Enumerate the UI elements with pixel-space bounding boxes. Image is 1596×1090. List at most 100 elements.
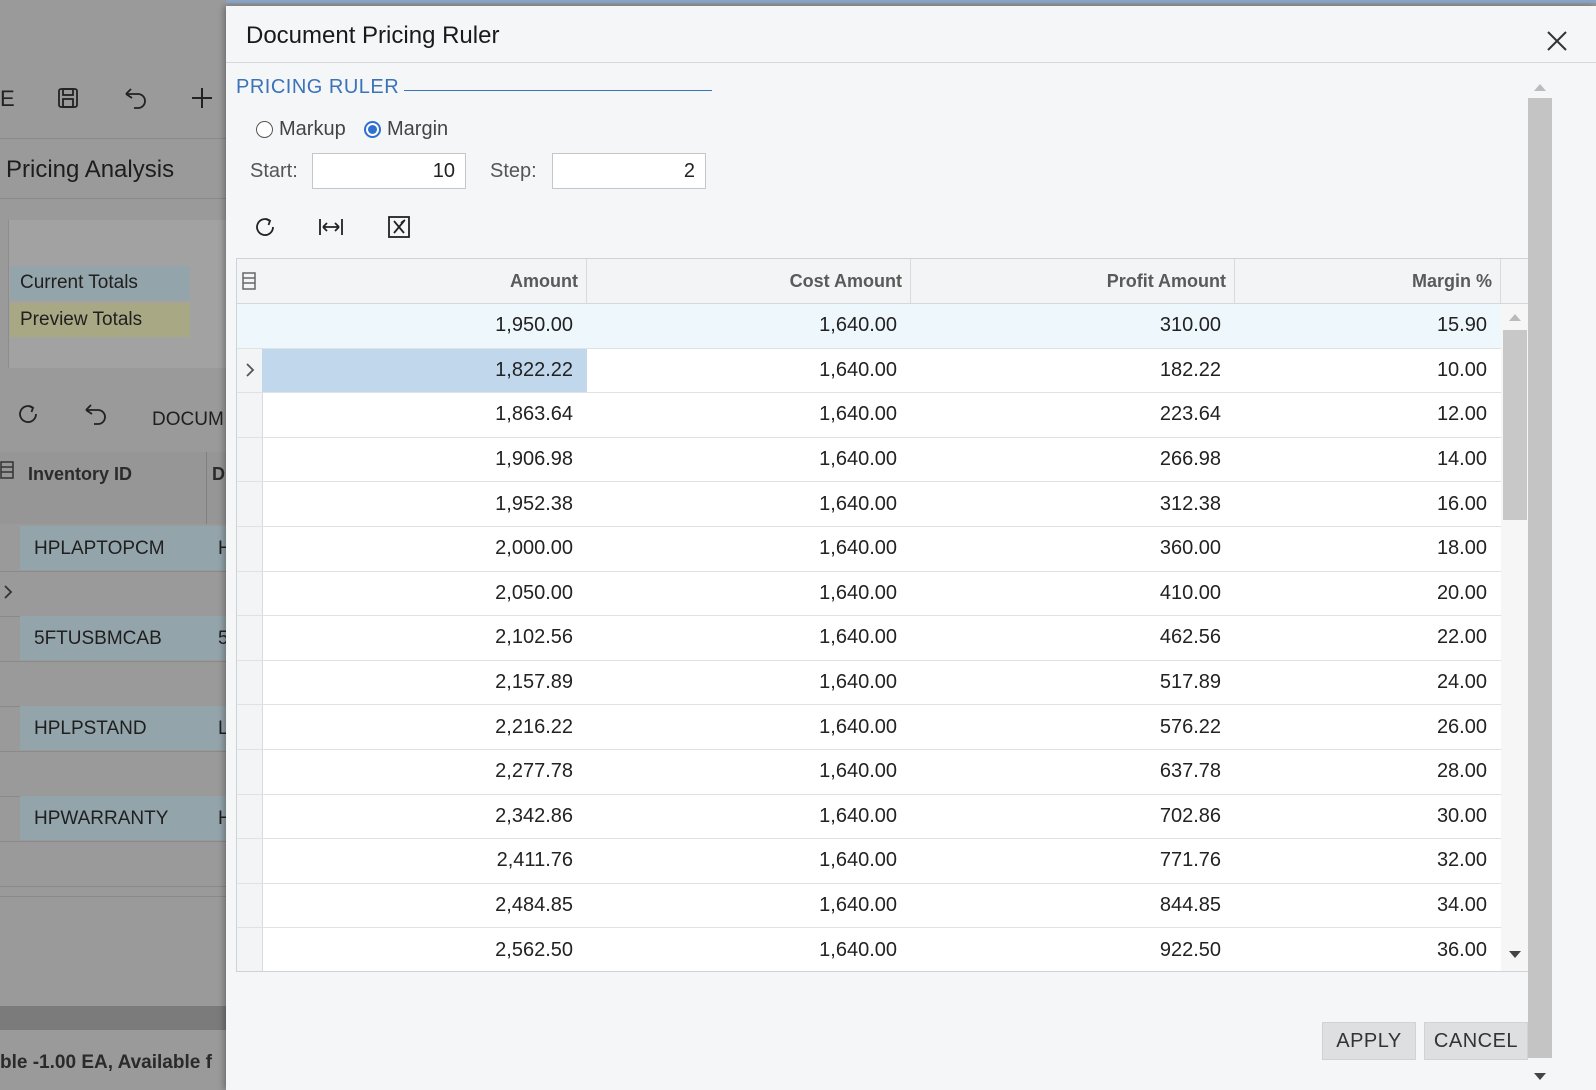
row-selector[interactable]: [237, 393, 262, 437]
margin-radio[interactable]: Margin: [364, 118, 448, 141]
table-row[interactable]: 1,863.64 1,640.00 223.64 12.00: [237, 393, 1529, 438]
markup-radio[interactable]: Markup: [256, 118, 346, 141]
profit-amount-cell[interactable]: 410.00: [911, 572, 1235, 616]
cost-amount-cell[interactable]: 1,640.00: [587, 572, 911, 616]
row-selector[interactable]: [237, 527, 262, 571]
table-row[interactable]: 1,906.98 1,640.00 266.98 14.00: [237, 438, 1529, 483]
margin-percent-cell[interactable]: 32.00: [1235, 839, 1501, 883]
cost-amount-cell[interactable]: 1,640.00: [587, 304, 911, 348]
cost-amount-cell[interactable]: 1,640.00: [587, 705, 911, 749]
amount-cell[interactable]: 2,411.76: [262, 839, 587, 883]
amount-cell[interactable]: 1,822.22: [262, 348, 587, 393]
table-row[interactable]: 2,484.85 1,640.00 844.85 34.00: [237, 884, 1529, 929]
profit-amount-cell[interactable]: 182.22: [911, 349, 1235, 393]
description-header[interactable]: D: [212, 464, 225, 485]
start-input[interactable]: 10: [312, 153, 466, 189]
undo-icon[interactable]: [122, 86, 150, 115]
margin-percent-cell[interactable]: 15.90: [1235, 304, 1501, 348]
profit-amount-cell[interactable]: 771.76: [911, 839, 1235, 883]
cost-amount-cell[interactable]: 1,640.00: [587, 616, 911, 660]
profit-amount-header[interactable]: Profit Amount: [911, 259, 1235, 303]
row-selector[interactable]: [237, 482, 262, 526]
cost-amount-cell[interactable]: 1,640.00: [587, 438, 911, 482]
row-selector[interactable]: [237, 750, 262, 794]
row-selector[interactable]: [237, 349, 262, 393]
margin-percent-cell[interactable]: 34.00: [1235, 884, 1501, 928]
amount-cell[interactable]: 2,157.89: [262, 661, 587, 705]
margin-percent-cell[interactable]: 24.00: [1235, 661, 1501, 705]
scroll-up-icon[interactable]: [1533, 82, 1547, 92]
amount-cell[interactable]: 1,863.64: [262, 393, 587, 437]
margin-percent-cell[interactable]: 36.00: [1235, 928, 1501, 971]
profit-amount-cell[interactable]: 576.22: [911, 705, 1235, 749]
table-row[interactable]: 5FTUSBMCAB 5: [0, 616, 226, 662]
table-row[interactable]: 2,050.00 1,640.00 410.00 20.00: [237, 572, 1529, 617]
step-input[interactable]: 2: [552, 153, 706, 189]
refresh-icon[interactable]: [16, 402, 40, 431]
table-row[interactable]: 1,950.00 1,640.00 310.00 15.90: [237, 304, 1529, 349]
profit-amount-cell[interactable]: 844.85: [911, 884, 1235, 928]
apply-button[interactable]: APPLY: [1322, 1022, 1416, 1060]
column-chooser-icon[interactable]: [0, 460, 14, 485]
background-scrollbar[interactable]: [0, 1006, 226, 1030]
table-row[interactable]: 2,277.78 1,640.00 637.78 28.00: [237, 750, 1529, 795]
profit-amount-cell[interactable]: 517.89: [911, 661, 1235, 705]
radio-checked[interactable]: [364, 121, 381, 138]
amount-cell[interactable]: 2,050.00: [262, 572, 587, 616]
cost-amount-cell[interactable]: 1,640.00: [587, 527, 911, 571]
amount-cell[interactable]: 2,000.00: [262, 527, 587, 571]
amount-header[interactable]: Amount: [262, 259, 587, 303]
margin-percent-cell[interactable]: 20.00: [1235, 572, 1501, 616]
amount-cell[interactable]: 2,277.78: [262, 750, 587, 794]
amount-cell[interactable]: 2,102.56: [262, 616, 587, 660]
profit-amount-cell[interactable]: 637.78: [911, 750, 1235, 794]
table-row[interactable]: 2,157.89 1,640.00 517.89 24.00: [237, 661, 1529, 706]
close-icon[interactable]: [1544, 28, 1570, 54]
margin-percent-cell[interactable]: 12.00: [1235, 393, 1501, 437]
amount-cell[interactable]: 2,562.50: [262, 928, 587, 971]
row-selector[interactable]: [237, 304, 262, 348]
cost-amount-cell[interactable]: 1,640.00: [587, 928, 911, 971]
amount-cell[interactable]: 2,216.22: [262, 705, 587, 749]
row-selector[interactable]: [237, 705, 262, 749]
inventory-id-header[interactable]: Inventory ID: [28, 464, 132, 485]
radio-unchecked[interactable]: [256, 121, 273, 138]
table-row[interactable]: 2,342.86 1,640.00 702.86 30.00: [237, 795, 1529, 840]
amount-cell[interactable]: 1,950.00: [262, 304, 587, 348]
excel-export-icon[interactable]: [382, 210, 416, 244]
table-row[interactable]: [0, 751, 226, 797]
row-selector[interactable]: [237, 572, 262, 616]
grid-scrollbar[interactable]: [1501, 304, 1529, 971]
cost-amount-cell[interactable]: 1,640.00: [587, 750, 911, 794]
column-chooser-icon[interactable]: [242, 271, 256, 296]
document-tab-label[interactable]: DOCUM: [152, 409, 224, 431]
margin-percent-cell[interactable]: 10.00: [1235, 349, 1501, 393]
profit-amount-cell[interactable]: 462.56: [911, 616, 1235, 660]
table-row[interactable]: [0, 571, 226, 617]
table-row[interactable]: [0, 841, 226, 887]
plus-icon[interactable]: [190, 86, 214, 115]
table-row[interactable]: [0, 661, 226, 707]
table-row[interactable]: HPLAPTOPCM H: [0, 526, 226, 572]
profit-amount-cell[interactable]: 312.38: [911, 482, 1235, 526]
margin-percent-cell[interactable]: 14.00: [1235, 438, 1501, 482]
row-selector[interactable]: [237, 839, 262, 883]
profit-amount-cell[interactable]: 702.86: [911, 795, 1235, 839]
margin-percent-cell[interactable]: 28.00: [1235, 750, 1501, 794]
table-row[interactable]: 2,411.76 1,640.00 771.76 32.00: [237, 839, 1529, 884]
row-selector[interactable]: [237, 661, 262, 705]
scrollbar-thumb[interactable]: [1503, 330, 1527, 520]
table-row[interactable]: 1,822.22 1,640.00 182.22 10.00: [237, 348, 1529, 394]
row-selector[interactable]: [237, 928, 262, 971]
margin-percent-cell[interactable]: 26.00: [1235, 705, 1501, 749]
table-row[interactable]: HPWARRANTY H: [0, 796, 226, 842]
margin-percent-cell[interactable]: 18.00: [1235, 527, 1501, 571]
undo-icon[interactable]: [82, 402, 110, 431]
cost-amount-header[interactable]: Cost Amount: [587, 259, 911, 303]
cost-amount-cell[interactable]: 1,640.00: [587, 795, 911, 839]
cancel-button[interactable]: CANCEL: [1424, 1022, 1528, 1060]
amount-cell[interactable]: 1,952.38: [262, 482, 587, 526]
row-selector[interactable]: [237, 795, 262, 839]
table-row[interactable]: 1,952.38 1,640.00 312.38 16.00: [237, 482, 1529, 527]
profit-amount-cell[interactable]: 223.64: [911, 393, 1235, 437]
